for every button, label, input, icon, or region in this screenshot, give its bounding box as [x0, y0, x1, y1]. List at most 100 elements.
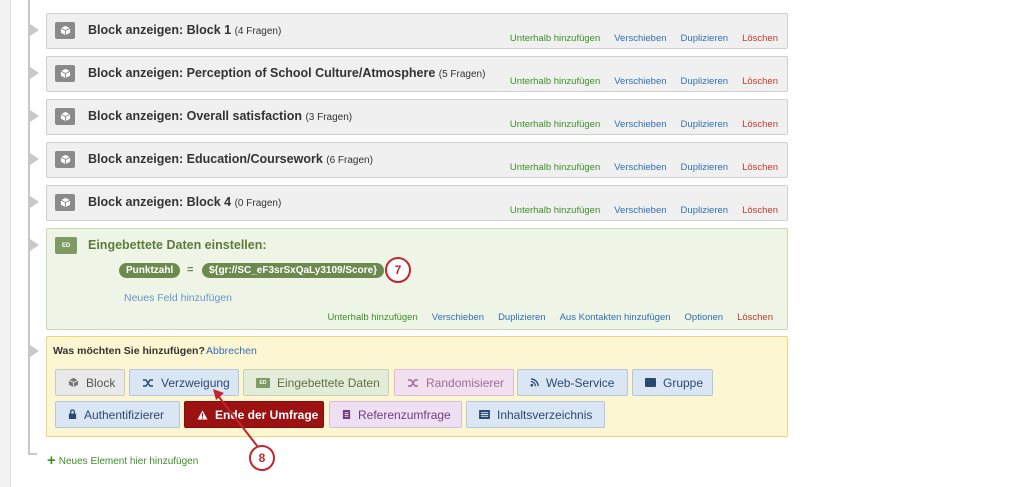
- delete-link[interactable]: Löschen: [742, 76, 778, 87]
- move-link[interactable]: Verschieben: [432, 312, 484, 323]
- add-branch-button[interactable]: Verzweigung: [129, 369, 239, 396]
- flow-block-1[interactable]: Block anzeigen: Block 1 (4 Fragen) Unter…: [46, 13, 788, 49]
- add-block-button[interactable]: Block: [55, 369, 125, 396]
- cube-icon: [55, 108, 75, 125]
- warning-icon: [197, 409, 208, 420]
- add-randomizer-button[interactable]: Randomisierer: [394, 369, 514, 396]
- button-label: Gruppe: [663, 375, 704, 390]
- move-link[interactable]: Verschieben: [614, 33, 666, 44]
- cube-icon: [55, 151, 75, 168]
- add-below-link[interactable]: Unterhalb hinzufügen: [510, 162, 600, 173]
- add-web-service-button[interactable]: Web-Service: [517, 369, 628, 396]
- rss-icon: [530, 378, 539, 387]
- add-below-link[interactable]: Unterhalb hinzufügen: [510, 76, 600, 87]
- add-from-contacts-link[interactable]: Aus Kontakten hinzufügen: [560, 312, 671, 323]
- block-title: Block anzeigen: Education/Coursework (6 …: [88, 152, 373, 166]
- page-left-gutter: [0, 0, 11, 487]
- block-actions: Unterhalb hinzufügen Verschieben Duplizi…: [510, 205, 778, 216]
- move-link[interactable]: Verschieben: [614, 205, 666, 216]
- add-below-link[interactable]: Unterhalb hinzufügen: [510, 119, 600, 130]
- duplicate-link[interactable]: Duplizieren: [681, 33, 729, 44]
- button-label: Referenzumfrage: [358, 407, 451, 422]
- add-new-field-link[interactable]: Neues Feld hinzufügen: [124, 292, 232, 304]
- add-below-link[interactable]: Unterhalb hinzufügen: [510, 33, 600, 44]
- button-label: Ende der Umfrage: [215, 407, 319, 422]
- block-title: Block anzeigen: Block 1 (4 Fragen): [88, 23, 282, 37]
- embedded-data-title: Eingebettete Daten einstellen:: [88, 238, 267, 252]
- embedded-data-icon: ED: [256, 377, 270, 388]
- cube-icon: [55, 22, 75, 39]
- flow-arrow-icon: [30, 67, 39, 79]
- flow-arrow-icon: [30, 110, 39, 122]
- block-actions: Unterhalb hinzufügen Verschieben Duplizi…: [510, 162, 778, 173]
- block-title: Block anzeigen: Perception of School Cul…: [88, 66, 486, 80]
- delete-link[interactable]: Löschen: [742, 162, 778, 173]
- lock-icon: [68, 409, 77, 419]
- delete-link[interactable]: Löschen: [742, 33, 778, 44]
- survey-flow-line-end: [28, 453, 37, 455]
- add-table-of-contents-button[interactable]: Inhaltsverzeichnis: [466, 401, 605, 428]
- cube-icon: [55, 194, 75, 211]
- block-title: Block anzeigen: Overall satisfaction (3 …: [88, 109, 353, 123]
- shuffle-icon: [143, 378, 153, 387]
- embedded-data-actions: Unterhalb hinzufügen Verschieben Duplizi…: [327, 312, 773, 323]
- move-link[interactable]: Verschieben: [614, 119, 666, 130]
- block-actions: Unterhalb hinzufügen Verschieben Duplizi…: [510, 76, 778, 87]
- button-label: Eingebettete Daten: [277, 375, 380, 390]
- duplicate-link[interactable]: Duplizieren: [681, 76, 729, 87]
- callout-marker-8: 8: [249, 445, 275, 471]
- document-icon: [342, 410, 351, 419]
- flow-block-2[interactable]: Block anzeigen: Perception of School Cul…: [46, 56, 788, 92]
- move-link[interactable]: Verschieben: [614, 76, 666, 87]
- add-authenticator-button[interactable]: Authentifizierer: [55, 401, 180, 428]
- callout-marker-7: 7: [385, 257, 411, 283]
- plus-icon: +: [47, 452, 56, 469]
- add-below-link[interactable]: Unterhalb hinzufügen: [510, 205, 600, 216]
- button-label: Authentifizierer: [84, 407, 165, 422]
- embedded-data-block[interactable]: ED Eingebettete Daten einstellen: Punktz…: [46, 228, 788, 330]
- flow-arrow-icon: [30, 196, 39, 208]
- cube-icon: [55, 65, 75, 82]
- duplicate-link[interactable]: Duplizieren: [498, 312, 546, 323]
- cancel-link[interactable]: Abbrechen: [206, 345, 257, 357]
- duplicate-link[interactable]: Duplizieren: [681, 119, 729, 130]
- add-question-label: Was möchten Sie hinzufügen?: [53, 345, 205, 357]
- options-link[interactable]: Optionen: [685, 312, 724, 323]
- flow-arrow-icon: [30, 345, 39, 357]
- cube-icon: [68, 377, 79, 388]
- add-element-panel: Was möchten Sie hinzufügen? Abbrechen Bl…: [46, 336, 788, 437]
- flow-block-4[interactable]: Block anzeigen: Education/Coursework (6 …: [46, 142, 788, 178]
- flow-arrow-icon: [30, 153, 39, 165]
- embedded-field-value[interactable]: ${gr://SC_eF3srSxQaLy3109/Score}: [202, 263, 385, 278]
- duplicate-link[interactable]: Duplizieren: [681, 205, 729, 216]
- button-label: Web-Service: [546, 375, 615, 390]
- folder-icon: [645, 378, 656, 387]
- duplicate-link[interactable]: Duplizieren: [681, 162, 729, 173]
- block-title: Block anzeigen: Block 4 (0 Fragen): [88, 195, 282, 209]
- button-label: Block: [86, 375, 116, 390]
- add-end-of-survey-button[interactable]: Ende der Umfrage: [184, 401, 324, 428]
- button-label: Inhaltsverzeichnis: [497, 407, 593, 422]
- add-below-link[interactable]: Unterhalb hinzufügen: [327, 312, 417, 323]
- flow-block-3[interactable]: Block anzeigen: Overall satisfaction (3 …: [46, 99, 788, 135]
- flow-arrow-icon: [30, 239, 39, 251]
- add-new-element-link[interactable]: + Neues Element hier hinzufügen: [47, 452, 198, 469]
- list-icon: [479, 410, 490, 419]
- block-actions: Unterhalb hinzufügen Verschieben Duplizi…: [510, 33, 778, 44]
- embedded-field-name[interactable]: Punktzahl: [119, 263, 181, 278]
- button-label: Verzweigung: [161, 375, 230, 390]
- flow-block-5[interactable]: Block anzeigen: Block 4 (0 Fragen) Unter…: [46, 185, 788, 221]
- block-actions: Unterhalb hinzufügen Verschieben Duplizi…: [510, 119, 778, 130]
- button-label: Randomisierer: [426, 375, 505, 390]
- add-embedded-data-button[interactable]: ED Eingebettete Daten: [243, 369, 389, 396]
- flow-arrow-icon: [30, 24, 39, 36]
- equals-sign: =: [187, 264, 194, 276]
- shuffle-icon: [408, 378, 418, 387]
- delete-link[interactable]: Löschen: [737, 312, 773, 323]
- delete-link[interactable]: Löschen: [742, 119, 778, 130]
- embedded-data-icon: ED: [55, 237, 77, 254]
- move-link[interactable]: Verschieben: [614, 162, 666, 173]
- add-group-button[interactable]: Gruppe: [632, 369, 713, 396]
- add-reference-survey-button[interactable]: Referenzumfrage: [329, 401, 462, 428]
- delete-link[interactable]: Löschen: [742, 205, 778, 216]
